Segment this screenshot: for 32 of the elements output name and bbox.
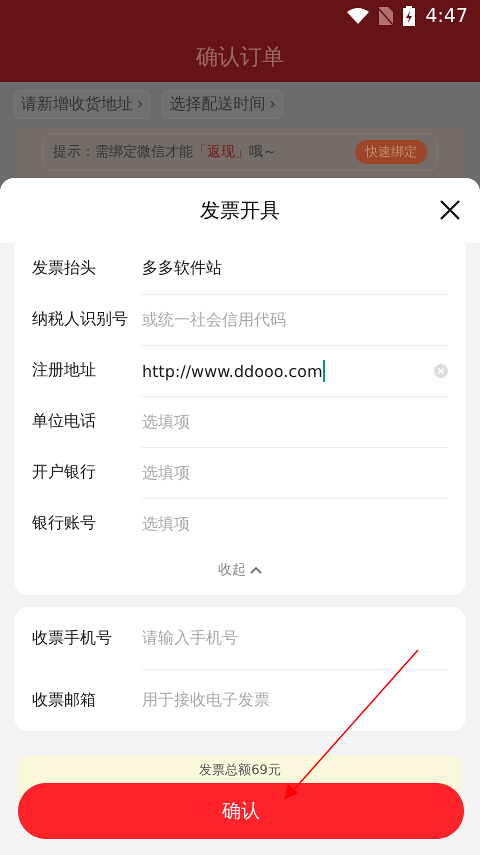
sheet-title: 发票开具 <box>200 197 280 224</box>
status-time: 4:47 <box>425 5 468 27</box>
close-button[interactable] <box>438 198 462 222</box>
input-field[interactable]: 选填项 <box>142 446 448 498</box>
chevron-up-icon <box>250 566 262 574</box>
field-label: 纳税人识别号 <box>32 309 129 330</box>
no-sim-icon <box>379 7 394 25</box>
confirm-button[interactable]: 确认 <box>18 783 464 839</box>
total-text: 发票总额69元 <box>199 763 281 778</box>
input-field[interactable]: 用于接收电子发票 <box>142 668 448 732</box>
text-cursor <box>322 360 325 382</box>
wifi-icon <box>347 8 370 24</box>
collapse-button[interactable]: 收起 <box>218 549 262 595</box>
field-label: 银行账号 <box>32 513 97 534</box>
input-field[interactable]: 选填项 <box>142 396 448 448</box>
input-field[interactable]: 多多软件站 <box>142 243 448 294</box>
field-label: 单位电话 <box>32 411 97 432</box>
field-label: 发票抬头 <box>32 258 97 279</box>
field-label: 开户银行 <box>32 462 97 483</box>
address-chip[interactable]: 选择配送时间 › <box>162 90 283 119</box>
hint-text: 提示：需绑定微信才能「返现」哦～ <box>53 143 277 161</box>
input-field[interactable]: http://www.ddooo.com <box>142 344 448 396</box>
field-label: 收票手机号 <box>32 628 113 648</box>
input-field[interactable]: 或统一社会信用代码 <box>142 294 448 346</box>
input-field[interactable]: 选填项 <box>142 498 448 550</box>
field-label: 收票邮箱 <box>32 690 97 710</box>
bind-button[interactable]: 快速绑定 <box>355 140 427 164</box>
page-title: 确认订单 <box>196 44 284 72</box>
field-label: 注册地址 <box>32 360 97 381</box>
address-chip[interactable]: 请新增收货地址 › <box>14 90 150 119</box>
battery-icon <box>403 6 416 26</box>
input-field[interactable]: 请输入手机号 <box>142 607 448 669</box>
